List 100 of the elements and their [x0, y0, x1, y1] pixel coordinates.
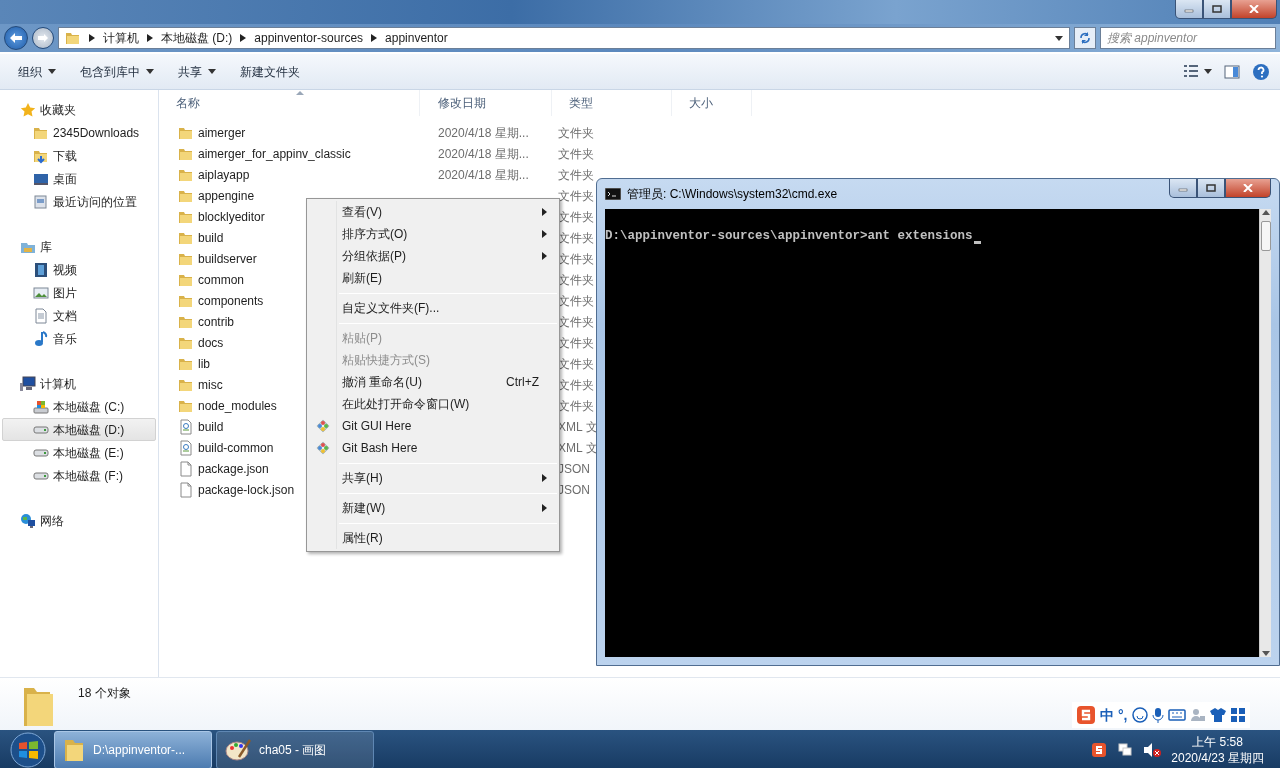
file-name[interactable]: build-common	[198, 438, 274, 457]
toolbar-button[interactable]: 新建文件夹	[232, 60, 308, 83]
scrollbar[interactable]	[1259, 209, 1271, 657]
nav-group[interactable]: 计算机	[0, 372, 158, 395]
drive-icon	[33, 425, 49, 434]
file-type: XML 文	[558, 419, 598, 434]
caret-icon	[1204, 69, 1212, 74]
search-field[interactable]: 搜索 appinventor	[1100, 27, 1276, 49]
file-name[interactable]: contrib	[198, 312, 235, 331]
nav-item[interactable]: 2345Downloads	[2, 121, 156, 144]
file-name[interactable]: node_modules	[198, 396, 277, 415]
file-name[interactable]: appengine	[198, 186, 255, 205]
breadcrumb-arrow-icon	[147, 34, 153, 42]
menu-item[interactable]: 在此处打开命令窗口(W)	[309, 393, 557, 415]
nav-item[interactable]: 本地磁盘 (E:)	[2, 441, 156, 464]
menu-item[interactable]: Git GUI Here	[309, 415, 557, 437]
file-name[interactable]: blocklyeditor	[198, 207, 265, 226]
menu-item[interactable]: 刷新(E)	[309, 267, 557, 289]
maximize-button[interactable]	[1197, 179, 1225, 198]
nav-item[interactable]: 桌面	[2, 167, 156, 190]
menu-item[interactable]: 排序方式(O)	[309, 223, 557, 245]
microphone-icon	[1151, 707, 1164, 723]
file-name[interactable]: buildserver	[198, 249, 257, 268]
toolbar-button[interactable]: 包含到库中	[72, 60, 162, 83]
menu-item[interactable]: 属性(R)	[309, 527, 557, 549]
refresh-button[interactable]	[1074, 27, 1096, 49]
file-name[interactable]: build	[198, 228, 224, 247]
file-name[interactable]: build	[198, 417, 224, 436]
nav-item[interactable]: 最近访问的位置	[2, 190, 156, 213]
file-type: JSON	[558, 461, 590, 476]
forward-button[interactable]	[32, 27, 54, 49]
file-name[interactable]: aiplayapp	[198, 165, 250, 184]
breadcrumb[interactable]: appinventor	[385, 29, 448, 47]
file-name[interactable]: misc	[198, 375, 223, 394]
dropdown-arrow-icon	[1055, 35, 1063, 41]
breadcrumb-arrow-icon	[240, 34, 247, 42]
file-name[interactable]: common	[198, 270, 244, 289]
nav-item[interactable]: 音乐	[2, 327, 156, 350]
file-name[interactable]: components	[198, 291, 264, 310]
nav-group[interactable]: 库	[0, 235, 158, 258]
toolbar-button[interactable]: 共享	[170, 60, 224, 83]
file-type: JSON	[558, 482, 590, 497]
menu-item[interactable]: 撤消 重命名(U) Ctrl+Z	[309, 371, 557, 393]
t-shirt-icon	[1209, 707, 1226, 723]
caret-icon	[146, 69, 154, 74]
close-button[interactable]	[1231, 0, 1277, 19]
menu-item[interactable]: 分组依据(P)	[309, 245, 557, 267]
left-arrow-icon	[10, 33, 22, 43]
file-type: 文件夹	[558, 125, 594, 140]
preview-pane-button[interactable]	[1224, 62, 1240, 81]
ime-toggle[interactable]: °,	[1118, 704, 1128, 726]
submenu-arrow-icon	[542, 504, 547, 512]
menu-item[interactable]: 共享(H)	[309, 467, 557, 489]
file-name[interactable]: aimerger	[198, 123, 246, 142]
ime-toggle[interactable]: 中	[1100, 704, 1114, 726]
column-header[interactable]: 类型	[552, 90, 672, 116]
file-name[interactable]: aimerger_for_appinv_classic	[198, 144, 351, 163]
nav-item[interactable]: 图片	[2, 281, 156, 304]
nav-group[interactable]: 网络	[0, 509, 158, 532]
menu-item[interactable]: Git Bash Here	[309, 437, 557, 459]
minimize-button[interactable]	[1175, 0, 1203, 19]
maximize-icon	[1212, 5, 1222, 13]
nav-item[interactable]: 本地磁盘 (F:)	[2, 464, 156, 487]
taskbar-button[interactable]: cha05 - 画图	[216, 731, 374, 768]
nav-group[interactable]: 收藏夹	[0, 98, 158, 121]
folder-icon	[63, 737, 85, 763]
column-header[interactable]: 大小	[672, 90, 752, 116]
breadcrumb[interactable]: appinventor-sources	[254, 29, 364, 47]
breadcrumb[interactable]: 计算机	[103, 29, 139, 47]
file-name[interactable]: lib	[198, 354, 210, 373]
file-type: 文件夹	[558, 293, 594, 308]
window-title: 管理员: C:\Windows\system32\cmd.exe	[627, 186, 838, 203]
nav-item[interactable]: 视频	[2, 258, 156, 281]
scroll-thumb[interactable]	[1260, 221, 1271, 251]
menu-item[interactable]: 查看(V)	[309, 201, 557, 223]
modified-date: 2020/4/18 星期...	[438, 166, 530, 184]
file-name[interactable]: package.json	[198, 459, 269, 478]
nav-item[interactable]: 文档	[2, 304, 156, 327]
file-name[interactable]: package-lock.json	[198, 480, 295, 499]
minimize-button[interactable]	[1169, 179, 1197, 198]
breadcrumb[interactable]: 本地磁盘 (D:)	[161, 29, 233, 47]
column-header[interactable]: 修改日期	[420, 90, 552, 116]
menu-item[interactable]: 自定义文件夹(F)...	[309, 297, 557, 319]
help-button[interactable]	[1252, 62, 1270, 81]
menu-item[interactable]: 新建(W)	[309, 497, 557, 519]
nav-item[interactable]: 本地磁盘 (C:)	[2, 395, 156, 418]
view-options-button[interactable]	[1184, 65, 1212, 78]
modified-date: 2020/4/18 星期...	[438, 145, 530, 163]
file-name[interactable]: docs	[198, 333, 224, 352]
back-button[interactable]	[4, 26, 28, 50]
nav-item[interactable]: 本地磁盘 (D:)	[2, 418, 156, 441]
nav-item[interactable]: 下载	[2, 144, 156, 167]
submenu-arrow-icon	[542, 474, 547, 482]
input-method-logo-icon	[1076, 705, 1096, 725]
maximize-button[interactable]	[1203, 0, 1231, 19]
address-bar[interactable]: 计算机 本地磁盘 (D:) appinventor-sources appinventor	[58, 27, 1070, 49]
close-button[interactable]	[1225, 179, 1271, 198]
toolbar-button[interactable]: 组织	[10, 60, 64, 83]
clock[interactable]: 上午 5:58 2020/4/23 星期四	[1171, 734, 1264, 766]
submenu-arrow-icon	[542, 208, 547, 216]
